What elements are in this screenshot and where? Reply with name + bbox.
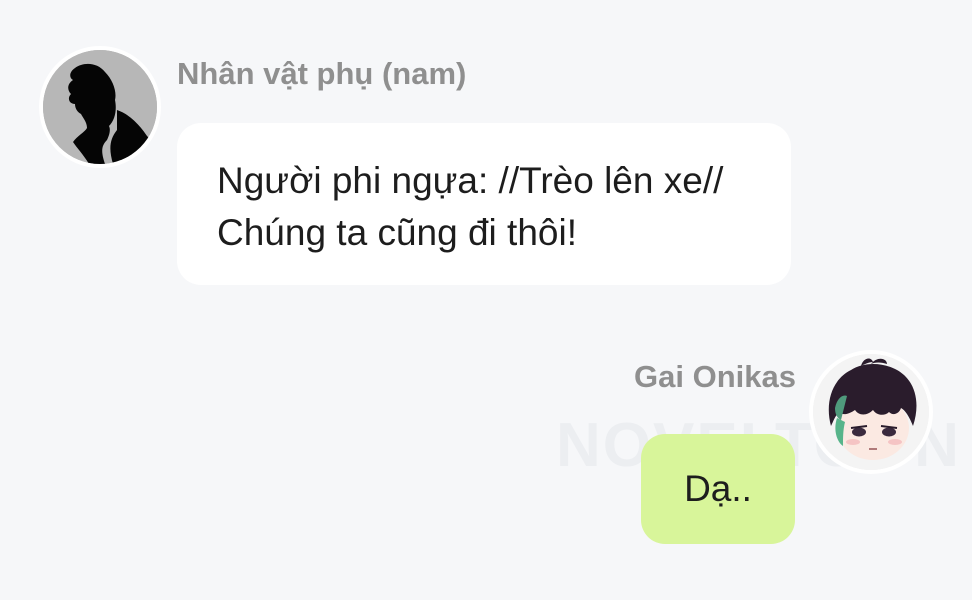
sender-name: Gai Onikas [634,359,796,394]
message-bubble[interactable]: Người phi ngựa: //Trèo lên xe// Chúng ta… [177,123,791,285]
male-silhouette-avatar[interactable] [43,50,157,164]
anime-boy-avatar[interactable] [813,354,929,470]
message-bubble[interactable]: Dạ.. [641,434,795,544]
silhouette-icon [43,50,157,164]
anime-face-icon [813,354,929,470]
message-text: Dạ.. [684,468,752,509]
sender-name: Nhân vật phụ (nam) [177,56,467,91]
message-text: Người phi ngựa: //Trèo lên xe// Chúng ta… [217,160,724,253]
